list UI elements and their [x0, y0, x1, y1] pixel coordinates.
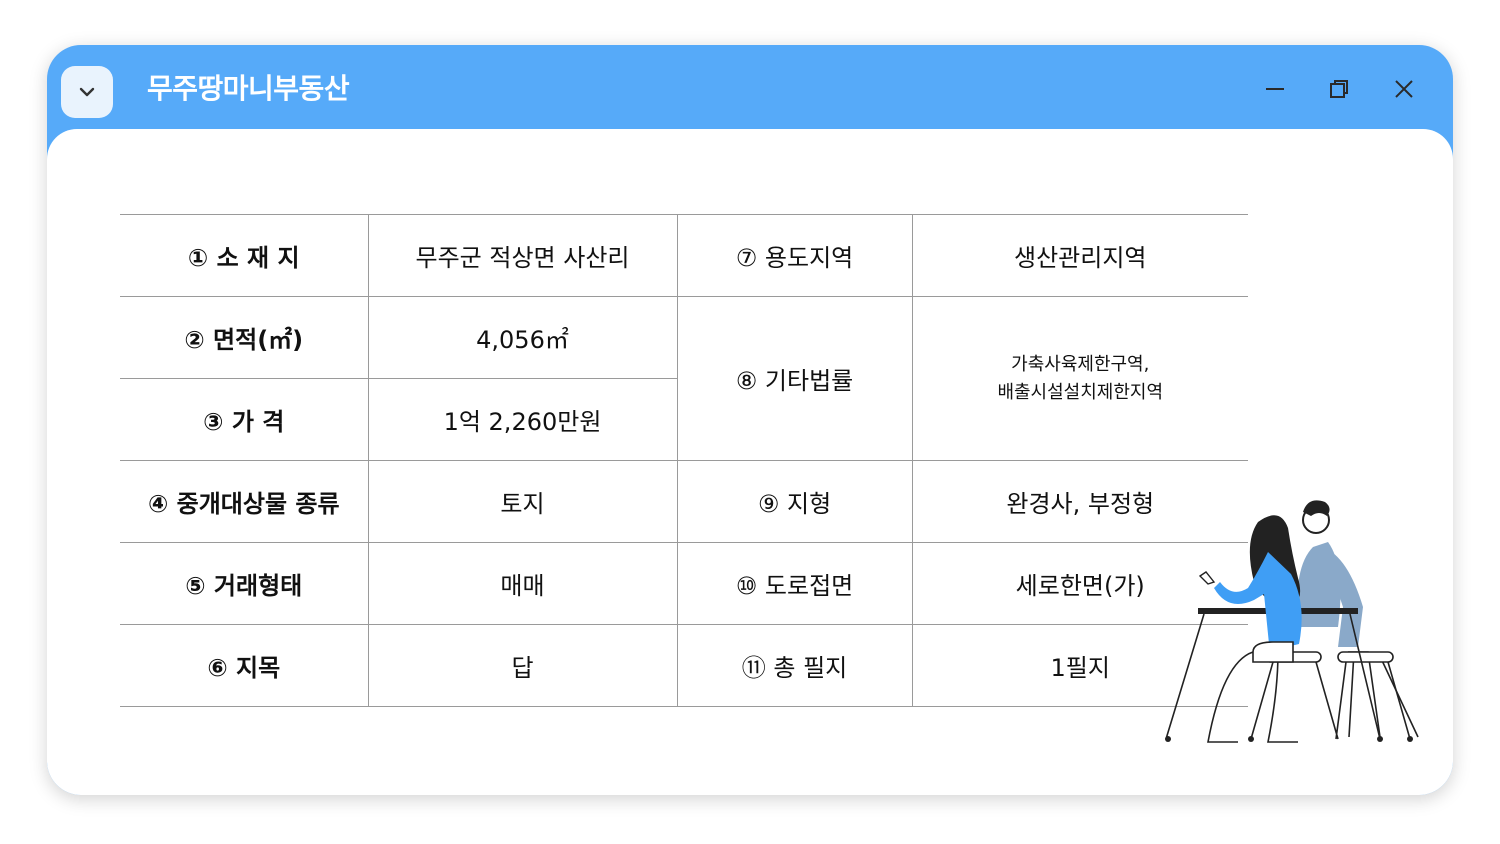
table-row: ⑤ 거래형태 매매 ⑩ 도로접면 세로한면(가) — [120, 542, 1248, 625]
close-button[interactable] — [1382, 69, 1426, 109]
minimize-icon — [1266, 88, 1284, 90]
restore-button[interactable] — [1317, 69, 1361, 109]
value-area: 4,056㎡ — [367, 296, 677, 379]
minimize-button[interactable] — [1253, 69, 1297, 109]
people-at-desk-illustration — [1165, 500, 1419, 743]
table-row: ① 소 재 지 무주군 적상면 사산리 ⑦ 용도지역 생산관리지역 — [120, 214, 1248, 297]
label-price: ③ 가 격 — [120, 378, 368, 461]
restore-icon — [1330, 80, 1348, 98]
other-laws-line-1: 가축사육제한구역, — [1011, 353, 1150, 375]
other-laws-line-2: 배출시설설치제한지역 — [997, 381, 1164, 403]
table-row: ⑥ 지목 답 ⑪ 총 필지 1필지 — [120, 624, 1248, 707]
menu-toggle-button[interactable] — [61, 66, 113, 118]
label-area: ② 면적(㎡) — [120, 296, 368, 379]
label-transaction-type: ⑤ 거래형태 — [120, 542, 368, 625]
table-row: ② 면적(㎡) 4,056㎡ ⑧ 기타법률 가축사육제한구역, 배출시설설치제한… — [120, 296, 1248, 461]
label-land-category: ⑥ 지목 — [120, 624, 368, 707]
value-transaction-type: 매매 — [367, 542, 677, 625]
value-other-laws: 가축사육제한구역, 배출시설설치제한지역 — [911, 296, 1248, 461]
value-price: 1억 2,260만원 — [367, 378, 677, 461]
value-land-category: 답 — [367, 624, 677, 707]
chevron-down-icon — [79, 87, 95, 97]
value-zoning: 생산관리지역 — [911, 214, 1248, 297]
window-title: 무주땅마니부동산 — [147, 72, 350, 105]
value-property-type: 토지 — [367, 460, 677, 543]
label-location: ① 소 재 지 — [120, 214, 368, 297]
label-total-parcels: ⑪ 총 필지 — [676, 624, 912, 707]
label-zoning: ⑦ 용도지역 — [676, 214, 912, 297]
table-row: ④ 중개대상물 종류 토지 ⑨ 지형 완경사, 부정형 — [120, 460, 1248, 543]
label-property-type: ④ 중개대상물 종류 — [120, 460, 368, 543]
label-other-laws: ⑧ 기타법률 — [676, 296, 912, 461]
property-info-table: ① 소 재 지 무주군 적상면 사산리 ⑦ 용도지역 생산관리지역 ② 면적(㎡… — [120, 214, 1248, 707]
close-icon — [1395, 80, 1413, 98]
label-terrain: ⑨ 지형 — [676, 460, 912, 543]
label-road-frontage: ⑩ 도로접면 — [676, 542, 912, 625]
value-location: 무주군 적상면 사산리 — [367, 214, 677, 297]
